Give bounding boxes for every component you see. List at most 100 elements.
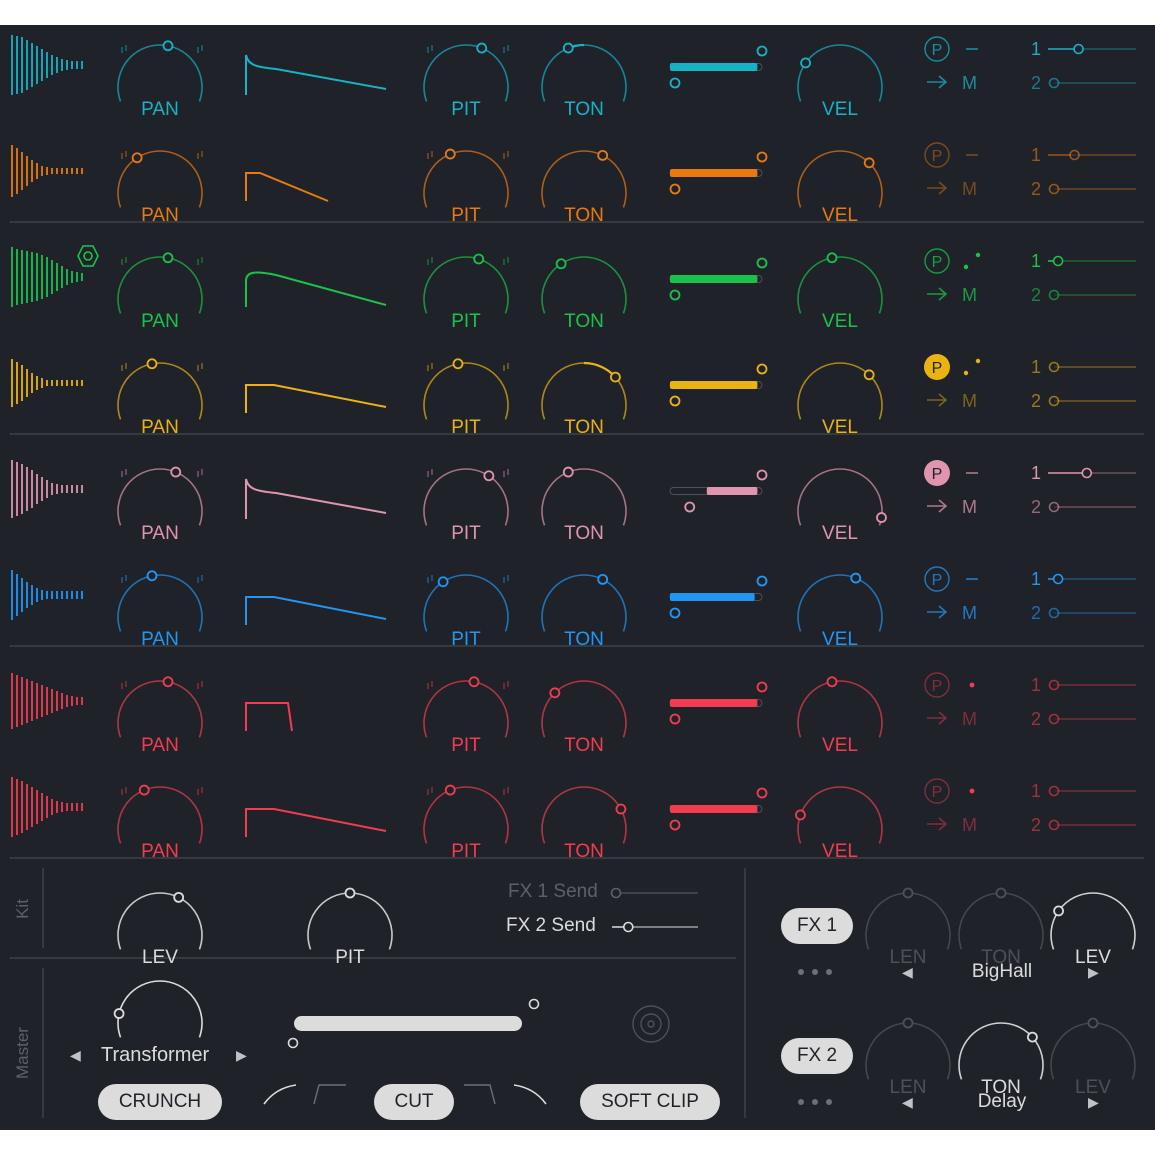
pitch-knob-handle[interactable] [452, 358, 464, 370]
fx1-prev-arrow[interactable]: ◀ [902, 964, 913, 981]
pitch-knob[interactable]: PIT [423, 676, 509, 756]
sample-end-handle[interactable] [756, 575, 768, 587]
master-drive-knob[interactable] [113, 980, 203, 1038]
send-one-handle[interactable] [1052, 573, 1064, 585]
envelope-graph[interactable] [245, 478, 387, 519]
fx2-prev-arrow[interactable]: ◀ [902, 1094, 913, 1111]
velocity-knob-handle[interactable] [850, 572, 862, 584]
send-two-handle[interactable] [1048, 713, 1060, 725]
sample-start-handle[interactable] [669, 819, 681, 831]
send-one-handle[interactable] [1069, 149, 1080, 161]
kit-pitch-knob[interactable]: PIT [307, 887, 393, 969]
pan-knob-handle[interactable] [146, 358, 158, 370]
fx1-lev-knob[interactable]: LEV [1050, 892, 1136, 968]
soft-clip-button[interactable]: SOFT CLIP [580, 1084, 720, 1120]
route-arrow-icon[interactable] [927, 605, 948, 619]
mute-label[interactable]: M [962, 603, 977, 623]
velocity-knob-handle[interactable] [800, 57, 811, 69]
tone-knob[interactable]: TON [541, 361, 627, 438]
velocity-knob-handle[interactable] [826, 252, 838, 264]
tone-knob-handle[interactable] [549, 687, 561, 699]
send-two-handle[interactable] [1048, 77, 1060, 89]
sample-start-handle[interactable] [669, 183, 681, 195]
highpass-shape-icon[interactable] [313, 1084, 346, 1105]
send-two-handle[interactable] [1048, 819, 1060, 831]
more-dots-icon[interactable] [826, 1099, 832, 1105]
pan-knob[interactable]: PAN [117, 784, 203, 862]
route-arrow-icon[interactable] [927, 817, 948, 831]
saturation-next-arrow[interactable]: ▶ [236, 1047, 247, 1064]
more-dots-icon[interactable] [826, 969, 832, 975]
velocity-knob-handle[interactable] [876, 512, 887, 523]
tone-knob[interactable]: TON [541, 466, 627, 544]
pitch-knob[interactable]: PIT [423, 358, 509, 438]
master-range-bar[interactable] [294, 1016, 522, 1031]
pitch-knob[interactable]: PIT [423, 784, 509, 862]
tone-knob-handle[interactable] [597, 573, 609, 585]
pan-knob-handle[interactable] [146, 570, 158, 582]
tone-knob-handle[interactable] [562, 466, 574, 478]
send-one-handle[interactable] [1048, 361, 1060, 373]
pan-knob[interactable]: PAN [117, 570, 203, 650]
fx2-next-arrow[interactable]: ▶ [1088, 1094, 1099, 1111]
pitch-knob-handle[interactable] [444, 784, 456, 796]
envelope-graph[interactable] [245, 384, 387, 413]
kit-pitch-knob-handle[interactable] [344, 887, 356, 899]
more-dots-icon[interactable] [798, 1099, 804, 1105]
pitch-knob[interactable]: PIT [423, 574, 509, 650]
more-dots-icon[interactable] [812, 1099, 818, 1105]
tone-knob-handle[interactable] [562, 42, 574, 54]
fx1-len-knob[interactable]: LEN [865, 887, 951, 969]
fx1-lev-knob-handle[interactable] [1053, 905, 1064, 917]
send-one-handle[interactable] [1073, 43, 1084, 55]
tone-knob-handle[interactable] [597, 149, 609, 161]
send-two-handle[interactable] [1048, 501, 1060, 513]
velocity-knob-handle[interactable] [826, 676, 838, 688]
pan-knob[interactable]: PAN [117, 150, 203, 226]
more-dots-icon[interactable] [812, 969, 818, 975]
pan-knob-handle[interactable] [162, 676, 174, 688]
route-arrow-icon[interactable] [927, 287, 948, 301]
sample-end-handle[interactable] [756, 151, 768, 163]
velocity-knob-handle[interactable] [863, 369, 875, 381]
pan-knob[interactable]: PAN [117, 358, 203, 438]
lowpass-shape-icon[interactable] [464, 1084, 496, 1105]
more-dots-icon[interactable] [798, 969, 804, 975]
fx1-ton-knob[interactable]: TON [958, 887, 1044, 969]
pitch-knob-handle[interactable] [444, 148, 456, 160]
pan-knob[interactable]: PAN [117, 676, 203, 756]
master-range-end-handle[interactable] [528, 998, 540, 1010]
route-arrow-icon[interactable] [927, 393, 948, 407]
fx1-ton-knob-handle[interactable] [995, 887, 1007, 899]
pitch-knob[interactable]: PIT [423, 148, 509, 226]
send-one-handle[interactable] [1048, 679, 1060, 691]
send-two-handle[interactable] [1048, 289, 1060, 301]
pan-knob[interactable]: PAN [117, 40, 203, 120]
fx2-len-knob[interactable]: LEN [865, 1017, 951, 1099]
sample-start-handle[interactable] [669, 607, 681, 619]
pitch-knob[interactable]: PIT [423, 468, 509, 544]
sample-end-handle[interactable] [756, 257, 768, 269]
tone-knob[interactable]: TON [541, 149, 627, 226]
drive-handle[interactable] [113, 1008, 125, 1019]
pitch-knob-handle[interactable] [476, 42, 488, 54]
fx1-next-arrow[interactable]: ▶ [1088, 964, 1099, 981]
send-one-handle[interactable] [1052, 255, 1064, 267]
sample-start-handle[interactable] [669, 395, 681, 407]
pan-knob-handle[interactable] [131, 152, 143, 164]
fx1-send-handle[interactable] [610, 887, 622, 899]
kit-level-knob-handle[interactable] [173, 891, 185, 903]
mute-label[interactable]: M [962, 815, 977, 835]
pitch-knob[interactable]: PIT [423, 42, 509, 120]
velocity-knob[interactable]: VEL [797, 468, 887, 544]
route-arrow-icon[interactable] [927, 181, 948, 195]
tone-knob[interactable]: TON [541, 680, 627, 756]
send-two-handle[interactable] [1048, 607, 1060, 619]
envelope-graph[interactable] [245, 172, 329, 202]
sample-end-handle[interactable] [756, 787, 768, 799]
fx2-lev-knob[interactable]: LEV [1050, 1017, 1136, 1099]
envelope-graph[interactable] [245, 271, 387, 307]
route-arrow-icon[interactable] [927, 75, 948, 89]
crunch-button[interactable]: CRUNCH [98, 1084, 222, 1120]
tone-knob[interactable]: TON [541, 573, 627, 650]
